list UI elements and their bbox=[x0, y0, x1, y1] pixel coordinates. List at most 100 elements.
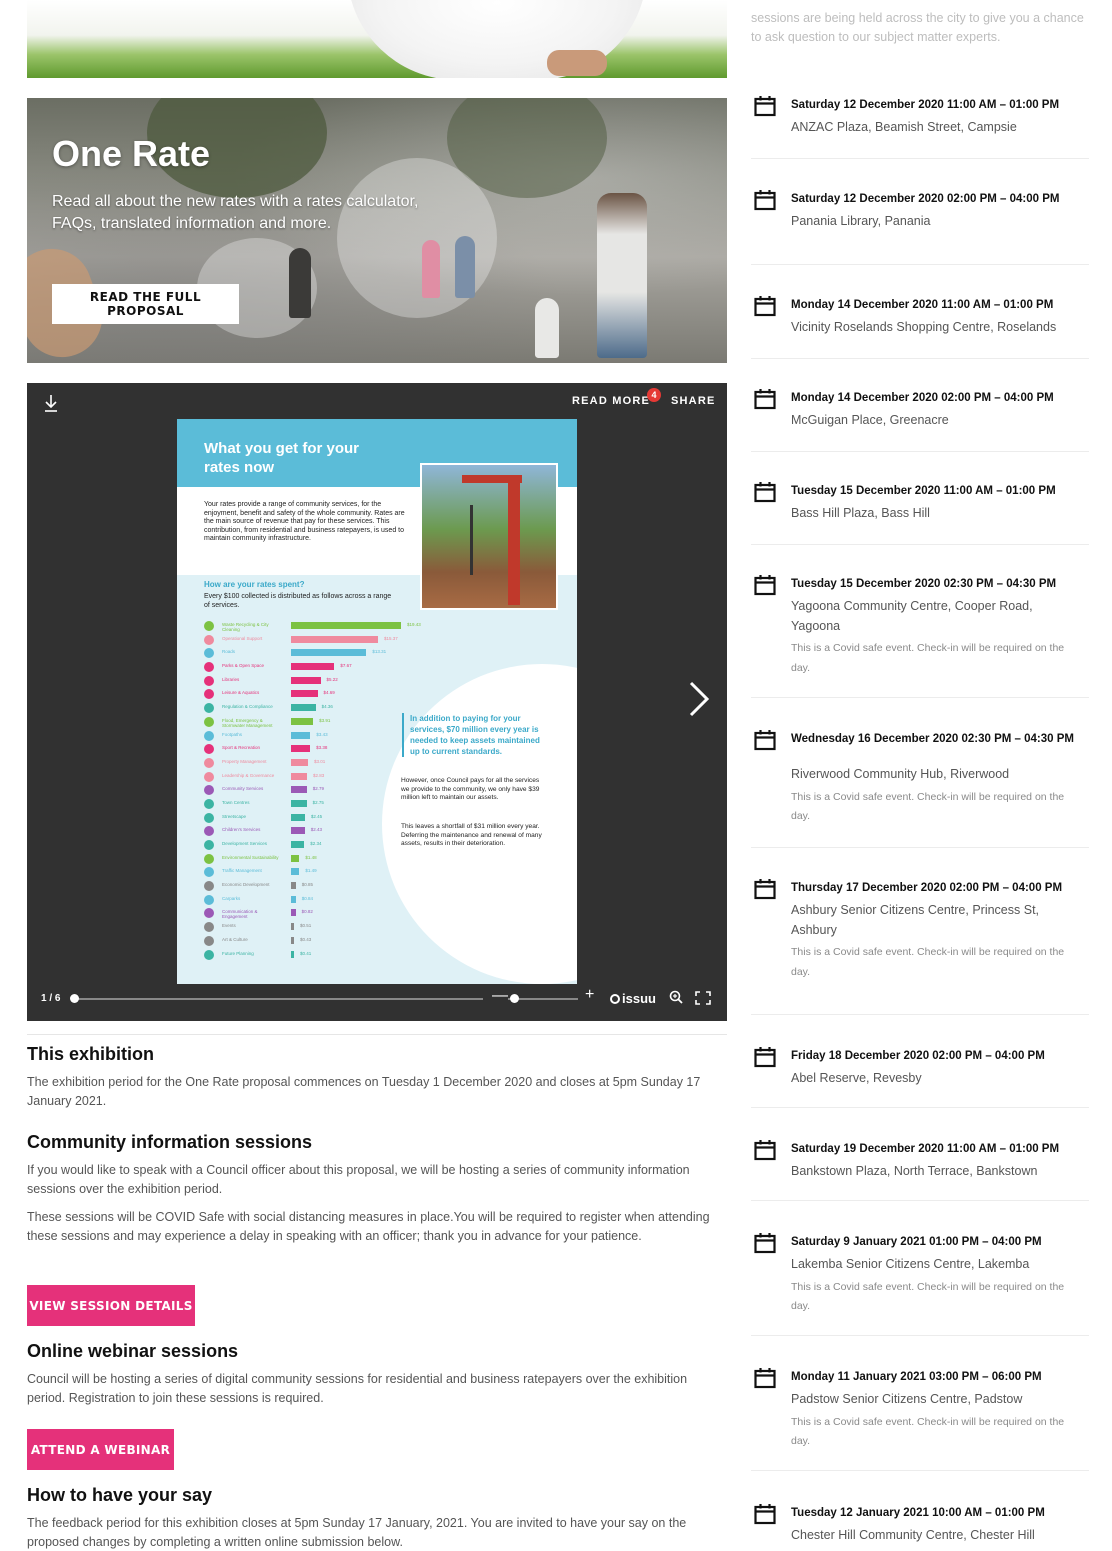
have-your-say-heading: How to have your say bbox=[27, 1485, 213, 1505]
session-location: Chester Hill Community Centre, Chester H… bbox=[791, 1528, 1035, 1542]
spending-category-icon bbox=[204, 826, 214, 837]
spending-category-label: Streetscape bbox=[222, 813, 247, 819]
webinar-heading: Online webinar sessions bbox=[27, 1341, 239, 1361]
spending-row: Economic Development $0.85 bbox=[204, 880, 414, 894]
spending-row: Sport & Recreation $3.38 bbox=[204, 743, 414, 757]
spending-category-icon bbox=[204, 716, 214, 727]
session-item: Tuesday 15 December 2020 02:30 PM – 04:3… bbox=[751, 574, 1089, 698]
calendar-icon bbox=[754, 96, 776, 117]
spending-category-icon bbox=[204, 935, 214, 946]
share-link[interactable]: SHARE bbox=[671, 395, 716, 407]
swing-post bbox=[508, 475, 520, 605]
zoom-plus-icon[interactable]: + bbox=[585, 986, 594, 1004]
spending-row: Leadership & Governance $2.83 bbox=[204, 771, 414, 785]
spending-row: Future Planning $0.41 bbox=[204, 949, 414, 963]
spending-bar bbox=[291, 841, 305, 848]
view-session-details-button[interactable]: VIEW SESSION DETAILS bbox=[27, 1285, 195, 1326]
document-page: What you get for your rates now Your rat… bbox=[177, 419, 577, 984]
zoom-minus-icon[interactable]: — bbox=[492, 987, 508, 1005]
session-location: ANZAC Plaza, Beamish Street, Campsie bbox=[791, 120, 1017, 134]
session-covid-note: This is a Covid safe event. Check-in wil… bbox=[791, 790, 1065, 823]
spending-value: $4.69 bbox=[323, 690, 335, 696]
session-location: Panania Library, Panania bbox=[791, 214, 931, 228]
read-full-proposal-button[interactable]: READ THE FULL PROPOSAL bbox=[52, 284, 239, 324]
spending-value: $2.34 bbox=[310, 841, 322, 846]
spending-value: $0.41 bbox=[300, 950, 312, 956]
spending-bar bbox=[291, 649, 367, 657]
spending-category-icon bbox=[204, 922, 214, 933]
spending-value: $0.84 bbox=[301, 895, 314, 901]
session-date-time: Monday 14 December 2020 11:00 AM – 01:00… bbox=[791, 299, 1054, 311]
spending-category-icon bbox=[204, 662, 214, 673]
exhibition-text: The exhibition period for the One Rate p… bbox=[27, 1075, 701, 1108]
attend-webinar-button[interactable]: ATTEND A WEBINAR bbox=[27, 1429, 174, 1470]
spending-value: $19.43 bbox=[407, 622, 421, 627]
spending-bar bbox=[291, 622, 401, 629]
spending-bar bbox=[291, 758, 309, 766]
session-item: Saturday 12 December 2020 11:00 AM – 01:… bbox=[751, 95, 1089, 159]
spending-category-icon bbox=[204, 675, 214, 686]
session-covid-note: This is a Covid safe event. Check-in wil… bbox=[791, 946, 1065, 978]
spending-value: $1.49 bbox=[305, 868, 317, 874]
page-text-shortfall: This leaves a shortfall of $31 million e… bbox=[401, 823, 542, 847]
spending-row: Environmental Sustainability $1.48 bbox=[204, 853, 414, 867]
session-location: Lakemba Senior Citizens Centre, Lakemba bbox=[791, 1257, 1030, 1271]
spending-row: Leisure & Aquatics $4.69 bbox=[204, 688, 414, 702]
top-banner-image bbox=[27, 0, 727, 78]
spending-value: $13.31 bbox=[372, 649, 387, 655]
session-location: Riverwood Community Hub, Riverwood bbox=[791, 767, 1010, 781]
session-date-time: Friday 18 December 2020 02:00 PM – 04:00… bbox=[791, 1050, 1045, 1062]
spending-category-icon bbox=[204, 648, 214, 659]
fullscreen-icon[interactable] bbox=[695, 991, 711, 1005]
spending-row: Libraries $5.22 bbox=[204, 675, 414, 689]
issuu-logo[interactable]: issuu bbox=[610, 991, 656, 1006]
spending-row: Flood, Emergency & Stormwater Management… bbox=[204, 716, 414, 730]
spending-bar bbox=[291, 772, 308, 780]
session-date-time: Wednesday 16 December 2020 02:30 PM – 04… bbox=[791, 733, 1074, 745]
spending-category-icon bbox=[204, 730, 214, 741]
zoom-slider-handle[interactable] bbox=[510, 994, 519, 1003]
spending-bar bbox=[291, 923, 294, 931]
spending-category-icon bbox=[204, 881, 214, 892]
calendar-icon bbox=[754, 482, 776, 503]
session-item: Monday 14 December 2020 11:00 AM – 01:00… bbox=[751, 295, 1089, 359]
spending-category-icon bbox=[204, 744, 214, 755]
read-more-link[interactable]: READ MORE bbox=[572, 395, 650, 407]
community-sessions-text: If you would like to speak with a Counci… bbox=[27, 1163, 690, 1196]
calendar-icon bbox=[754, 1233, 776, 1254]
page-scrubber-handle[interactable] bbox=[70, 994, 79, 1003]
spending-bar bbox=[291, 731, 311, 739]
session-item: Friday 18 December 2020 02:00 PM – 04:00… bbox=[751, 1046, 1089, 1108]
session-item: Thursday 17 December 2020 02:00 PM – 04:… bbox=[751, 878, 1089, 1015]
hero-child bbox=[455, 236, 475, 298]
page-title: What you get for your rates now bbox=[204, 440, 359, 476]
spending-value: $7.67 bbox=[340, 663, 352, 669]
spending-category-icon bbox=[204, 908, 214, 919]
spending-value: $4.36 bbox=[321, 704, 333, 710]
spending-value: $3.01 bbox=[314, 758, 326, 764]
session-date-time: Thursday 17 December 2020 02:00 PM – 04:… bbox=[791, 882, 1063, 894]
spending-row: Communication & Engagement $0.82 bbox=[204, 907, 414, 921]
hero-adult bbox=[597, 193, 647, 358]
session-date-time: Monday 11 January 2021 03:00 PM – 06:00 … bbox=[791, 1371, 1042, 1383]
spending-category-label: Communication & Engagement bbox=[222, 909, 258, 920]
page-scrubber-track[interactable] bbox=[71, 998, 483, 1000]
spending-category-icon bbox=[204, 757, 214, 768]
spending-value: $5.22 bbox=[326, 676, 338, 682]
spending-value: $3.38 bbox=[316, 745, 328, 751]
spending-category-icon bbox=[204, 689, 214, 700]
chevron-right-icon[interactable] bbox=[687, 679, 711, 719]
session-location: Bass Hill Plaza, Bass Hill bbox=[791, 506, 930, 520]
spending-row: Traffic Management $1.49 bbox=[204, 866, 414, 880]
spending-row: Waste Recycling & City Cleaning $19.43 bbox=[204, 620, 421, 634]
session-date-time: Saturday 12 December 2020 11:00 AM – 01:… bbox=[791, 99, 1060, 111]
spending-category-label: Regulation & Compliance bbox=[222, 704, 273, 710]
spending-bar bbox=[291, 909, 296, 917]
spending-category-icon bbox=[204, 894, 214, 905]
spending-category-label: Flood, Emergency & Stormwater Management bbox=[222, 717, 273, 728]
magnifier-icon[interactable] bbox=[669, 990, 683, 1004]
issuu-document-viewer: READ MORE 4 SHARE What you get for your … bbox=[27, 383, 727, 1021]
session-location: McGuigan Place, Greenacre bbox=[791, 413, 949, 427]
spending-value: $0.51 bbox=[300, 923, 312, 929]
download-icon[interactable] bbox=[43, 393, 59, 413]
